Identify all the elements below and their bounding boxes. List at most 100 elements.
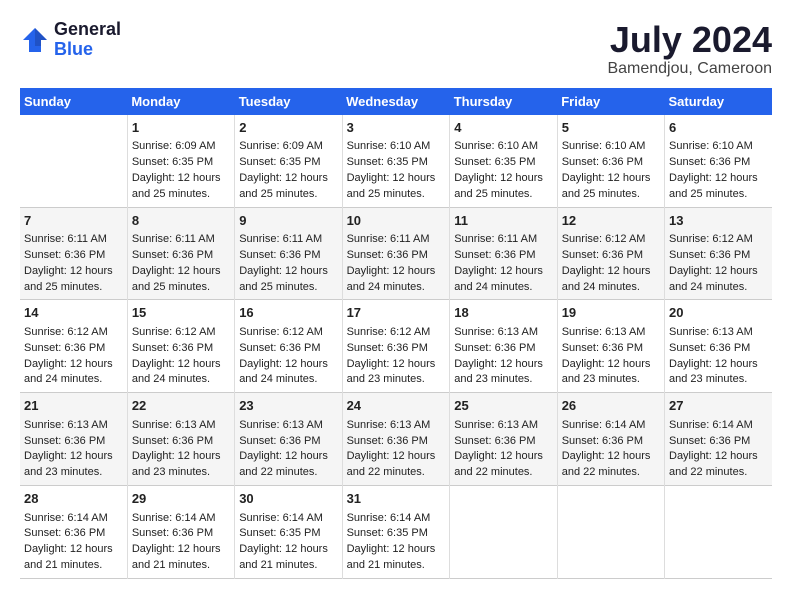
calendar-cell: 4 Sunrise: 6:10 AM Sunset: 6:35 PM Daylig…	[450, 115, 557, 207]
calendar-row: 1 Sunrise: 6:09 AM Sunset: 6:35 PM Daylig…	[20, 115, 772, 207]
calendar-cell	[450, 486, 557, 579]
calendar-cell: 16Sunrise: 6:12 AM Sunset: 6:36 PM Dayli…	[235, 300, 342, 393]
calendar-cell: 28Sunrise: 6:14 AM Sunset: 6:36 PM Dayli…	[20, 486, 127, 579]
cell-content: Sunrise: 6:09 AM Sunset: 6:35 PM Dayligh…	[239, 139, 337, 203]
header-day: Thursday	[450, 88, 557, 115]
calendar-cell: 6 Sunrise: 6:10 AM Sunset: 6:36 PM Daylig…	[665, 115, 773, 207]
calendar-cell: 9 Sunrise: 6:11 AM Sunset: 6:36 PM Daylig…	[235, 207, 342, 300]
day-number: 8	[132, 212, 230, 230]
header-row: SundayMondayTuesdayWednesdayThursdayFrid…	[20, 88, 772, 115]
header-day: Friday	[557, 88, 664, 115]
cell-content: Sunrise: 6:12 AM Sunset: 6:36 PM Dayligh…	[562, 232, 660, 296]
calendar-cell: 18Sunrise: 6:13 AM Sunset: 6:36 PM Dayli…	[450, 300, 557, 393]
calendar-header: SundayMondayTuesdayWednesdayThursdayFrid…	[20, 88, 772, 115]
cell-content: Sunrise: 6:13 AM Sunset: 6:36 PM Dayligh…	[239, 418, 337, 482]
day-number: 21	[24, 397, 123, 415]
calendar-cell: 14 Sunrise: 6:12 AM Sunset: 6:36 PM Dayli…	[20, 300, 127, 393]
cell-content: Sunrise: 6:09 AM Sunset: 6:35 PM Dayligh…	[132, 139, 230, 203]
cell-content: Sunrise: 6:13 AM Sunset: 6:36 PM Dayligh…	[454, 418, 552, 482]
cell-content: Sunrise: 6:12 AM Sunset: 6:36 PM Dayligh…	[24, 325, 123, 389]
cell-content: Sunrise: 6:13 AM Sunset: 6:36 PM Dayligh…	[347, 418, 446, 482]
day-number: 7	[24, 212, 123, 230]
logo-general: General	[54, 19, 121, 39]
day-number: 1	[132, 119, 230, 137]
calendar-cell: 8 Sunrise: 6:11 AM Sunset: 6:36 PM Daylig…	[127, 207, 234, 300]
cell-content: Sunrise: 6:11 AM Sunset: 6:36 PM Dayligh…	[239, 232, 337, 296]
day-number: 17	[347, 304, 446, 322]
day-number: 10	[347, 212, 446, 230]
header-day: Wednesday	[342, 88, 450, 115]
header-day: Tuesday	[235, 88, 342, 115]
month-title: July 2024	[607, 20, 772, 60]
calendar-cell: 10 Sunrise: 6:11 AM Sunset: 6:36 PM Dayli…	[342, 207, 450, 300]
calendar-cell	[665, 486, 773, 579]
day-number: 4	[454, 119, 552, 137]
calendar-body: 1 Sunrise: 6:09 AM Sunset: 6:35 PM Daylig…	[20, 115, 772, 579]
calendar-cell: 25 Sunrise: 6:13 AM Sunset: 6:36 PM Dayli…	[450, 393, 557, 486]
calendar-table: SundayMondayTuesdayWednesdayThursdayFrid…	[20, 88, 772, 580]
day-number: 30	[239, 490, 337, 508]
logo: General Blue	[20, 20, 121, 60]
cell-content: Sunrise: 6:12 AM Sunset: 6:36 PM Dayligh…	[239, 325, 337, 389]
day-number: 22	[132, 397, 230, 415]
calendar-cell: 1 Sunrise: 6:09 AM Sunset: 6:35 PM Daylig…	[127, 115, 234, 207]
header-day: Sunday	[20, 88, 127, 115]
day-number: 20	[669, 304, 768, 322]
cell-content: Sunrise: 6:13 AM Sunset: 6:36 PM Dayligh…	[562, 325, 660, 389]
cell-content: Sunrise: 6:14 AM Sunset: 6:36 PM Dayligh…	[24, 511, 123, 575]
calendar-cell: 15 Sunrise: 6:12 AM Sunset: 6:36 PM Dayli…	[127, 300, 234, 393]
day-number: 9	[239, 212, 337, 230]
cell-content: Sunrise: 6:13 AM Sunset: 6:36 PM Dayligh…	[132, 418, 230, 482]
cell-content: Sunrise: 6:10 AM Sunset: 6:35 PM Dayligh…	[454, 139, 552, 203]
day-number: 5	[562, 119, 660, 137]
cell-content: Sunrise: 6:10 AM Sunset: 6:35 PM Dayligh…	[347, 139, 446, 203]
day-number: 23	[239, 397, 337, 415]
location: Bamendjou, Cameroon	[607, 60, 772, 78]
cell-content: Sunrise: 6:14 AM Sunset: 6:36 PM Dayligh…	[669, 418, 768, 482]
calendar-cell: 12 Sunrise: 6:12 AM Sunset: 6:36 PM Dayli…	[557, 207, 664, 300]
day-number: 2	[239, 119, 337, 137]
cell-content: Sunrise: 6:12 AM Sunset: 6:36 PM Dayligh…	[347, 325, 446, 389]
title-block: July 2024 Bamendjou, Cameroon	[607, 20, 772, 78]
calendar-cell: 13Sunrise: 6:12 AM Sunset: 6:36 PM Dayli…	[665, 207, 773, 300]
day-number: 13	[669, 212, 768, 230]
day-number: 15	[132, 304, 230, 322]
day-number: 19	[562, 304, 660, 322]
day-number: 26	[562, 397, 660, 415]
cell-content: Sunrise: 6:11 AM Sunset: 6:36 PM Dayligh…	[347, 232, 446, 296]
calendar-cell: 26Sunrise: 6:14 AM Sunset: 6:36 PM Dayli…	[557, 393, 664, 486]
calendar-cell: 19 Sunrise: 6:13 AM Sunset: 6:36 PM Dayli…	[557, 300, 664, 393]
calendar-cell: 30 Sunrise: 6:14 AM Sunset: 6:35 PM Dayli…	[235, 486, 342, 579]
day-number: 25	[454, 397, 552, 415]
calendar-cell: 5Sunrise: 6:10 AM Sunset: 6:36 PM Daylig…	[557, 115, 664, 207]
calendar-cell: 2 Sunrise: 6:09 AM Sunset: 6:35 PM Daylig…	[235, 115, 342, 207]
cell-content: Sunrise: 6:11 AM Sunset: 6:36 PM Dayligh…	[132, 232, 230, 296]
cell-content: Sunrise: 6:14 AM Sunset: 6:35 PM Dayligh…	[347, 511, 446, 575]
day-number: 31	[347, 490, 446, 508]
day-number: 12	[562, 212, 660, 230]
calendar-cell: 24 Sunrise: 6:13 AM Sunset: 6:36 PM Dayli…	[342, 393, 450, 486]
logo-icon	[20, 25, 50, 55]
day-number: 14	[24, 304, 123, 322]
cell-content: Sunrise: 6:13 AM Sunset: 6:36 PM Dayligh…	[24, 418, 123, 482]
calendar-cell: 3Sunrise: 6:10 AM Sunset: 6:35 PM Daylig…	[342, 115, 450, 207]
day-number: 27	[669, 397, 768, 415]
calendar-cell: 7Sunrise: 6:11 AM Sunset: 6:36 PM Daylig…	[20, 207, 127, 300]
calendar-cell	[557, 486, 664, 579]
day-number: 18	[454, 304, 552, 322]
cell-content: Sunrise: 6:11 AM Sunset: 6:36 PM Dayligh…	[454, 232, 552, 296]
cell-content: Sunrise: 6:13 AM Sunset: 6:36 PM Dayligh…	[669, 325, 768, 389]
calendar-cell: 23 Sunrise: 6:13 AM Sunset: 6:36 PM Dayli…	[235, 393, 342, 486]
cell-content: Sunrise: 6:14 AM Sunset: 6:35 PM Dayligh…	[239, 511, 337, 575]
cell-content: Sunrise: 6:12 AM Sunset: 6:36 PM Dayligh…	[132, 325, 230, 389]
calendar-cell: 17 Sunrise: 6:12 AM Sunset: 6:36 PM Dayli…	[342, 300, 450, 393]
calendar-row: 14 Sunrise: 6:12 AM Sunset: 6:36 PM Dayli…	[20, 300, 772, 393]
calendar-cell: 22 Sunrise: 6:13 AM Sunset: 6:36 PM Dayli…	[127, 393, 234, 486]
day-number: 24	[347, 397, 446, 415]
calendar-cell: 31 Sunrise: 6:14 AM Sunset: 6:35 PM Dayli…	[342, 486, 450, 579]
day-number: 29	[132, 490, 230, 508]
header-day: Saturday	[665, 88, 773, 115]
day-number: 11	[454, 212, 552, 230]
cell-content: Sunrise: 6:10 AM Sunset: 6:36 PM Dayligh…	[669, 139, 768, 203]
day-number: 6	[669, 119, 768, 137]
